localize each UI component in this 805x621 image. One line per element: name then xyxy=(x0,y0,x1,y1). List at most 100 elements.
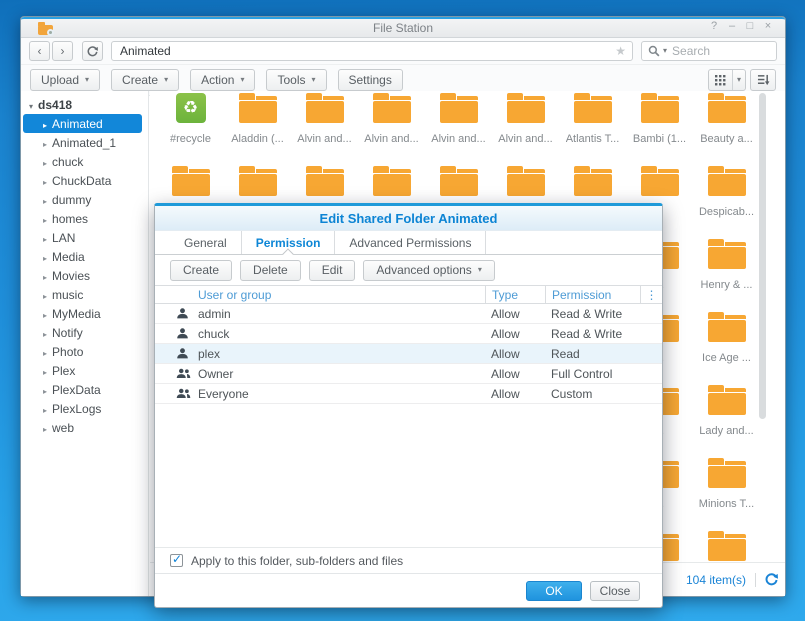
file-item[interactable]: Bambi (1... xyxy=(626,93,693,166)
tree-collapsed-icon[interactable] xyxy=(43,326,47,340)
tree-collapsed-icon[interactable] xyxy=(43,231,47,245)
menubar-button[interactable]: Tools ▾ xyxy=(266,69,327,91)
row-type: Allow xyxy=(491,366,520,381)
window-title: File Station xyxy=(372,21,434,35)
dialog-tab[interactable]: General xyxy=(170,231,242,254)
close-button[interactable]: Close xyxy=(590,580,640,601)
favorite-star-icon[interactable]: ★ xyxy=(615,44,632,58)
folder-icon xyxy=(372,93,411,123)
tree-collapsed-icon[interactable] xyxy=(43,136,47,150)
sidebar-item[interactable]: chuck xyxy=(21,152,148,171)
apply-checkbox[interactable]: ✓ xyxy=(170,552,183,567)
tree-collapsed-icon[interactable] xyxy=(43,155,47,169)
sidebar-item[interactable]: MyMedia xyxy=(21,304,148,323)
permission-table-row[interactable]: Owner Allow Full Control xyxy=(155,364,662,384)
permission-toolbar-button[interactable]: Delete xyxy=(240,259,301,281)
path-input[interactable] xyxy=(112,44,616,58)
permission-toolbar-button[interactable]: Advanced options ▾ xyxy=(363,259,495,281)
row-user-name: Owner xyxy=(198,366,234,381)
sidebar-item[interactable]: Movies xyxy=(21,266,148,285)
column-type[interactable]: Type xyxy=(485,286,545,303)
file-item[interactable]: Alvin and... xyxy=(291,93,358,166)
permission-toolbar-button[interactable]: Edit xyxy=(308,259,356,281)
sidebar-item[interactable]: PlexLogs xyxy=(21,399,148,418)
refresh-icon xyxy=(87,45,98,56)
sidebar-item[interactable]: dummy xyxy=(21,190,148,209)
permission-table-row[interactable]: Everyone Allow Custom xyxy=(155,384,662,404)
sidebar-item[interactable]: homes xyxy=(21,209,148,228)
dialog-tab[interactable]: Advanced Permissions xyxy=(335,231,487,254)
tree-collapsed-icon[interactable] xyxy=(43,269,47,283)
menubar-button[interactable]: Upload ▾ xyxy=(30,69,101,91)
tree-collapsed-icon[interactable] xyxy=(43,193,47,207)
sidebar-item[interactable]: ChuckData xyxy=(21,171,148,190)
status-refresh-icon[interactable] xyxy=(765,573,778,586)
tree-collapsed-icon[interactable] xyxy=(43,250,47,264)
file-item[interactable]: Atlantis T... xyxy=(559,93,626,166)
tree-collapsed-icon[interactable] xyxy=(43,307,47,321)
sidebar-item[interactable]: Photo xyxy=(21,342,148,361)
row-permission: Custom xyxy=(551,386,593,401)
window-control-button[interactable]: – xyxy=(725,20,739,32)
tree-collapsed-icon[interactable] xyxy=(43,421,47,435)
sidebar-item[interactable]: Plex xyxy=(21,361,148,380)
row-type: Allow xyxy=(491,306,520,321)
file-item[interactable]: Despicab... xyxy=(693,166,760,239)
file-item[interactable]: Lady and... xyxy=(693,385,760,458)
vertical-scrollbar-thumb[interactable] xyxy=(759,93,766,419)
menubar-button[interactable]: Action ▾ xyxy=(190,69,256,91)
status-divider xyxy=(755,572,756,587)
tree-collapsed-icon[interactable] xyxy=(43,288,47,302)
permission-table-row[interactable]: chuck Allow Read & Write xyxy=(155,324,662,344)
column-user-or-group[interactable]: User or group xyxy=(195,286,485,303)
sidebar-item[interactable]: LAN xyxy=(21,228,148,247)
file-item[interactable]: Beauty a... xyxy=(693,93,760,166)
window-control-button[interactable]: ? xyxy=(707,20,721,32)
file-item[interactable]: Aladdin (... xyxy=(224,93,291,166)
window-control-button[interactable]: □ xyxy=(743,20,757,32)
file-item[interactable]: ♻ #recycle xyxy=(157,93,224,166)
folder-icon xyxy=(238,166,277,196)
view-mode-button[interactable]: ▾ xyxy=(707,69,746,91)
tree-collapsed-icon[interactable] xyxy=(43,212,47,226)
file-item[interactable]: Alvin and... xyxy=(425,93,492,166)
column-permission[interactable]: Permission xyxy=(545,286,640,303)
file-item[interactable]: Alvin and... xyxy=(492,93,559,166)
tree-collapsed-icon[interactable] xyxy=(43,364,47,378)
sidebar-item[interactable]: music xyxy=(21,285,148,304)
forward-button[interactable]: › xyxy=(52,41,73,61)
sidebar-item[interactable]: PlexData xyxy=(21,380,148,399)
window-control-button[interactable]: × xyxy=(761,20,775,32)
apply-checkbox-label: Apply to this folder, sub-folders and fi… xyxy=(191,553,404,568)
sidebar-item[interactable]: Animated xyxy=(23,114,142,133)
sidebar-item[interactable]: Media xyxy=(21,247,148,266)
file-item[interactable]: Henry & ... xyxy=(693,239,760,312)
file-item[interactable]: Ice Age ... xyxy=(693,312,760,385)
back-button[interactable]: ‹ xyxy=(29,41,50,61)
tree-collapsed-icon[interactable] xyxy=(43,345,47,359)
menubar-button[interactable]: Settings xyxy=(337,69,403,91)
search-input[interactable] xyxy=(670,43,770,59)
permission-table-row[interactable]: plex Allow Read xyxy=(155,344,662,364)
dialog-tab[interactable]: Permission xyxy=(242,231,336,260)
tree-collapsed-icon[interactable] xyxy=(43,383,47,397)
menubar-button[interactable]: Create ▾ xyxy=(111,69,180,91)
sidebar-item[interactable]: web xyxy=(21,418,148,437)
permission-toolbar-button[interactable]: Create xyxy=(170,259,233,281)
sort-button[interactable] xyxy=(750,69,776,91)
tree-collapsed-icon[interactable] xyxy=(43,117,47,131)
sidebar-item-root[interactable]: ds418 xyxy=(21,95,148,114)
column-menu-icon[interactable]: ⋮ xyxy=(640,286,662,303)
file-item[interactable]: Minions T... xyxy=(693,458,760,531)
file-item[interactable]: Alvin and... xyxy=(358,93,425,166)
row-user-name: Everyone xyxy=(198,386,249,401)
sidebar-item[interactable]: Animated_1 xyxy=(21,133,148,152)
file-item-label: Despicab... xyxy=(698,206,755,218)
permission-table-row[interactable]: admin Allow Read & Write xyxy=(155,304,662,324)
sidebar-item[interactable]: Notify xyxy=(21,323,148,342)
search-scope-caret-icon[interactable]: ▾ xyxy=(663,47,667,55)
tree-collapsed-icon[interactable] xyxy=(43,402,47,416)
ok-button[interactable]: OK xyxy=(526,580,582,601)
tree-collapsed-icon[interactable] xyxy=(43,174,47,188)
refresh-button[interactable] xyxy=(82,41,103,61)
